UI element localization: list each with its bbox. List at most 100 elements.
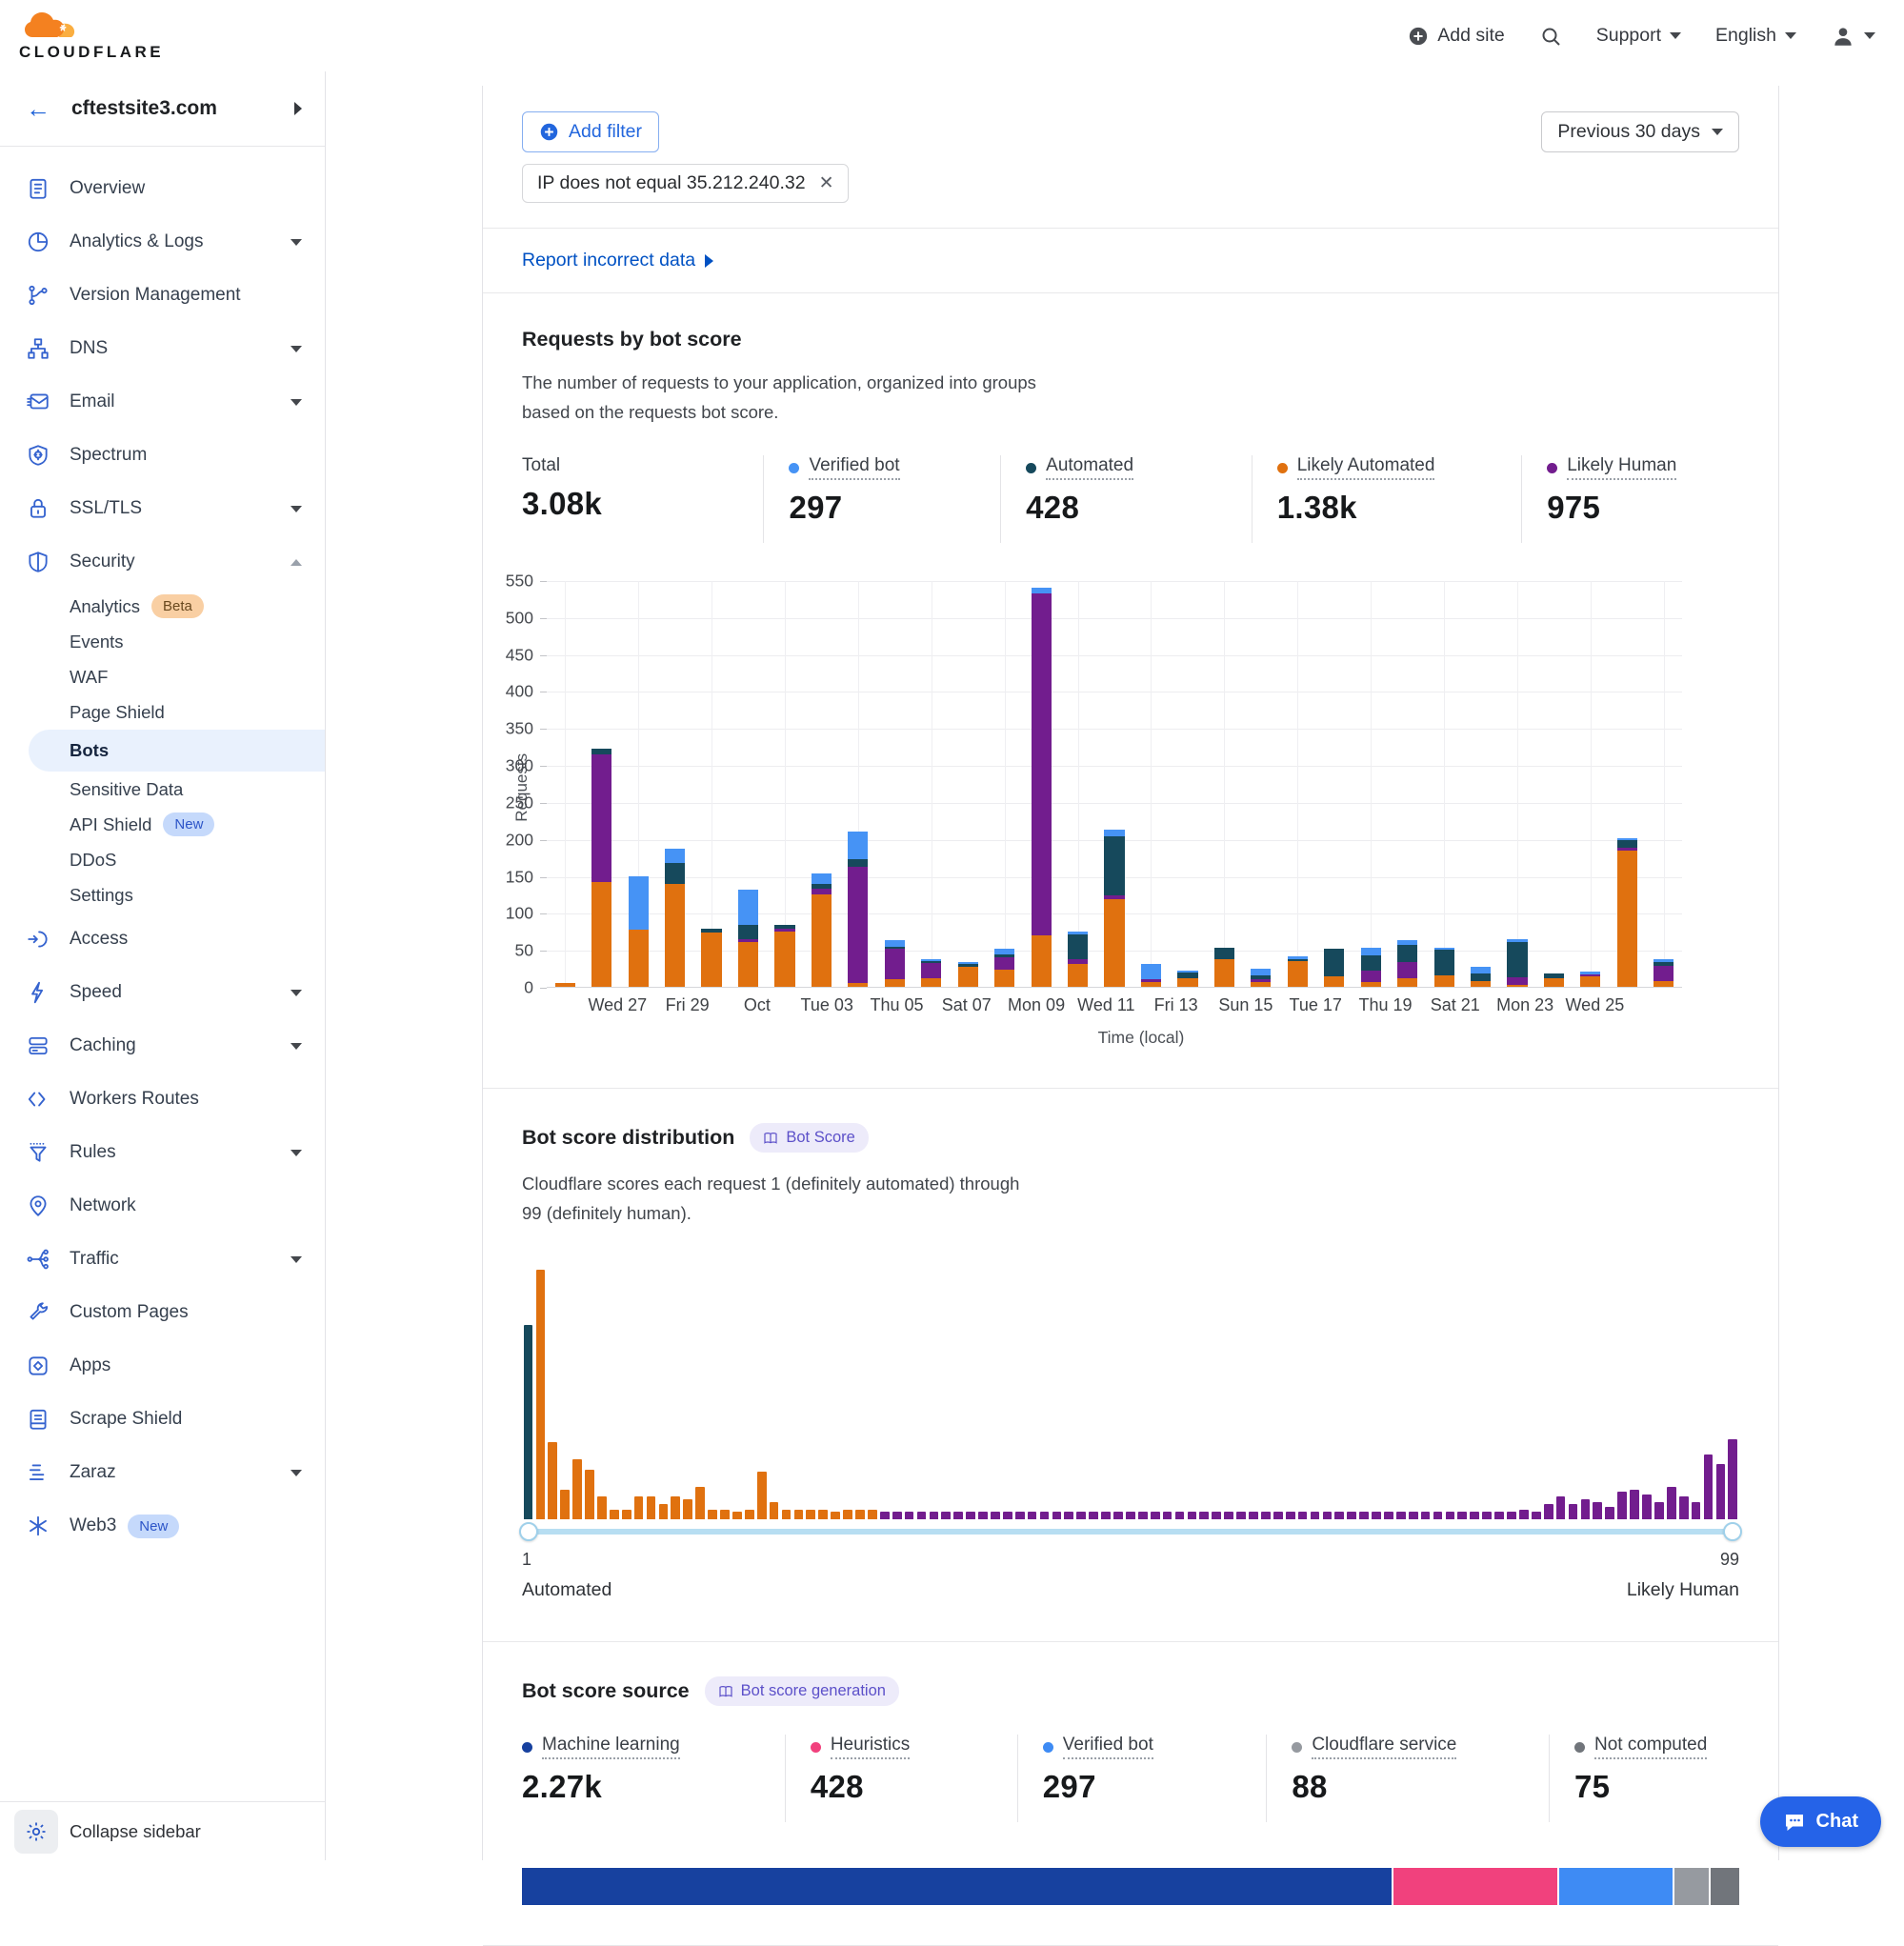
slider-handle-min[interactable] <box>519 1522 538 1541</box>
histogram-bar-score-71[interactable] <box>1384 1512 1393 1519</box>
histogram-bar-score-91[interactable] <box>1630 1490 1639 1519</box>
histogram-bar-score-53[interactable] <box>1163 1512 1172 1519</box>
histogram-bar-score-23[interactable] <box>794 1510 804 1519</box>
bot-score-histogram[interactable] <box>522 1270 1739 1519</box>
sidebar-item-rules[interactable]: Rules <box>0 1126 325 1179</box>
account-menu[interactable] <box>1831 24 1875 49</box>
bar-slot[interactable] <box>876 581 912 987</box>
bar-slot[interactable] <box>1535 581 1572 987</box>
bar-slot[interactable] <box>840 581 876 987</box>
sidebar-item-access[interactable]: Access <box>0 913 325 966</box>
sidebar-item-security[interactable]: Security <box>0 535 325 589</box>
histogram-bar-score-47[interactable] <box>1089 1512 1098 1519</box>
histogram-bar-score-56[interactable] <box>1199 1512 1209 1519</box>
histogram-bar-score-29[interactable] <box>868 1510 877 1519</box>
histogram-bar-score-16[interactable] <box>708 1510 717 1519</box>
histogram-bar-score-90[interactable] <box>1617 1492 1627 1519</box>
bar-slot[interactable] <box>1426 581 1462 987</box>
bar-slot[interactable] <box>656 581 692 987</box>
histogram-bar-score-85[interactable] <box>1556 1496 1566 1519</box>
sidebar-item-scrape-shield[interactable]: Scrape Shield <box>0 1393 325 1446</box>
bar-slot[interactable] <box>1243 581 1279 987</box>
bar-slot[interactable] <box>1573 581 1609 987</box>
bar-slot[interactable] <box>950 581 986 987</box>
histogram-bar-score-10[interactable] <box>634 1496 644 1519</box>
histogram-bar-score-75[interactable] <box>1433 1512 1443 1519</box>
histogram-bar-score-27[interactable] <box>843 1510 852 1519</box>
histogram-bar-score-54[interactable] <box>1175 1512 1185 1519</box>
bar-slot[interactable] <box>1096 581 1132 987</box>
sidebar-item-web3[interactable]: Web3New <box>0 1499 325 1553</box>
histogram-bar-score-77[interactable] <box>1457 1512 1467 1519</box>
histogram-bar-score-32[interactable] <box>905 1512 914 1519</box>
chat-button[interactable]: Chat <box>1760 1796 1881 1847</box>
histogram-bar-score-44[interactable] <box>1052 1512 1062 1519</box>
sidebar-subitem-page-shield[interactable]: Page Shield <box>0 694 325 730</box>
histogram-bar-score-5[interactable] <box>572 1459 582 1519</box>
bot-score-generation-badge[interactable]: Bot score generation <box>705 1676 899 1706</box>
add-filter-button[interactable]: Add filter <box>522 111 659 152</box>
histogram-bar-score-98[interactable] <box>1716 1464 1726 1519</box>
histogram-bar-score-45[interactable] <box>1064 1512 1073 1519</box>
histogram-bar-score-99[interactable] <box>1728 1439 1737 1519</box>
source-bar-segment-not-computed[interactable] <box>1711 1868 1739 1905</box>
histogram-bar-score-73[interactable] <box>1409 1512 1418 1519</box>
histogram-bar-score-34[interactable] <box>930 1512 939 1519</box>
histogram-bar-score-33[interactable] <box>917 1512 927 1519</box>
bar-slot[interactable] <box>767 581 803 987</box>
bar-slot[interactable] <box>1353 581 1389 987</box>
settings-gear-button[interactable] <box>14 1810 58 1854</box>
close-icon[interactable]: ✕ <box>819 172 834 194</box>
histogram-bar-score-59[interactable] <box>1236 1512 1246 1519</box>
histogram-bar-score-76[interactable] <box>1446 1512 1455 1519</box>
histogram-bar-score-87[interactable] <box>1581 1499 1591 1519</box>
histogram-bar-score-88[interactable] <box>1593 1502 1602 1519</box>
histogram-bar-score-74[interactable] <box>1421 1512 1431 1519</box>
bar-slot[interactable] <box>1170 581 1206 987</box>
histogram-bar-score-96[interactable] <box>1692 1502 1701 1519</box>
histogram-bar-score-62[interactable] <box>1273 1512 1283 1519</box>
histogram-bar-score-35[interactable] <box>941 1512 951 1519</box>
sidebar-item-caching[interactable]: Caching <box>0 1019 325 1073</box>
back-arrow-icon[interactable]: ← <box>26 96 50 121</box>
histogram-bar-score-89[interactable] <box>1605 1507 1614 1519</box>
cloudflare-logo[interactable]: CLOUDFLARE <box>19 10 164 62</box>
histogram-bar-score-46[interactable] <box>1076 1512 1086 1519</box>
histogram-bar-score-57[interactable] <box>1212 1512 1221 1519</box>
support-menu[interactable]: Support <box>1596 25 1681 47</box>
histogram-bar-score-14[interactable] <box>683 1499 692 1519</box>
histogram-bar-score-95[interactable] <box>1679 1496 1689 1519</box>
histogram-bar-score-64[interactable] <box>1298 1512 1308 1519</box>
histogram-bar-score-48[interactable] <box>1101 1512 1111 1519</box>
histogram-bar-score-19[interactable] <box>745 1510 754 1519</box>
histogram-bar-score-58[interactable] <box>1224 1512 1233 1519</box>
histogram-bar-score-9[interactable] <box>622 1510 631 1519</box>
sidebar-subitem-analytics[interactable]: AnalyticsBeta <box>0 589 325 624</box>
bar-slot[interactable] <box>1462 581 1498 987</box>
bar-slot[interactable] <box>1499 581 1535 987</box>
bot-score-badge[interactable]: Bot Score <box>750 1123 868 1153</box>
histogram-bar-score-70[interactable] <box>1372 1512 1381 1519</box>
histogram-bar-score-50[interactable] <box>1126 1512 1135 1519</box>
histogram-bar-score-40[interactable] <box>1003 1512 1012 1519</box>
histogram-bar-score-69[interactable] <box>1359 1512 1369 1519</box>
histogram-bar-score-79[interactable] <box>1482 1512 1492 1519</box>
histogram-bar-score-24[interactable] <box>806 1510 815 1519</box>
histogram-bar-score-42[interactable] <box>1028 1512 1037 1519</box>
histogram-bar-score-84[interactable] <box>1544 1504 1553 1519</box>
bar-slot[interactable] <box>1279 581 1315 987</box>
bar-slot[interactable] <box>547 581 583 987</box>
bar-slot[interactable] <box>1316 581 1353 987</box>
histogram-bar-score-31[interactable] <box>892 1512 902 1519</box>
histogram-bar-score-52[interactable] <box>1151 1512 1160 1519</box>
histogram-bar-score-43[interactable] <box>1040 1512 1050 1519</box>
histogram-bar-score-67[interactable] <box>1334 1512 1344 1519</box>
histogram-bar-score-4[interactable] <box>560 1490 570 1519</box>
sidebar-subitem-ddos[interactable]: DDoS <box>0 842 325 877</box>
site-selector[interactable]: ← cftestsite3.com <box>0 71 325 147</box>
histogram-bar-score-51[interactable] <box>1138 1512 1148 1519</box>
sidebar-subitem-settings[interactable]: Settings <box>0 877 325 913</box>
sidebar-subitem-events[interactable]: Events <box>0 624 325 659</box>
bar-slot[interactable] <box>693 581 730 987</box>
report-incorrect-data-link[interactable]: Report incorrect data <box>522 250 695 271</box>
